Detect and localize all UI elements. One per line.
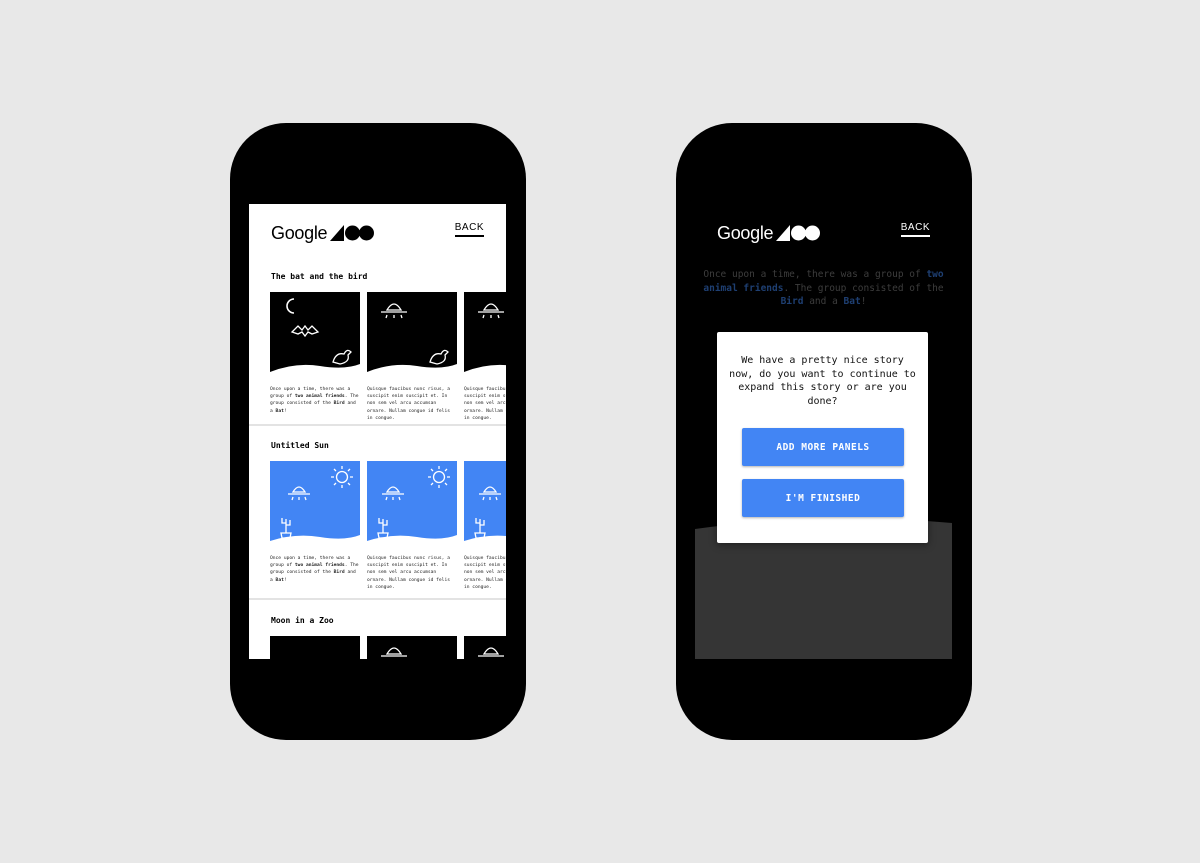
logo-400-icon <box>776 225 821 241</box>
logo-400-icon <box>330 225 375 241</box>
logo-wordmark: Google <box>717 222 774 243</box>
panel-strip[interactable]: Once upon a time, there was a group of t… <box>270 292 506 422</box>
panel-image <box>367 292 457 378</box>
panel-image <box>270 636 360 659</box>
phone-right: Google BACK Once upon a time, there was … <box>676 123 972 740</box>
finish-dialog-screen: Google BACK Once upon a time, there was … <box>695 204 952 659</box>
finished-button[interactable]: I'M FINISHED <box>742 479 904 517</box>
panel[interactable]: Quisque faucibus nunc risus, a suscipit … <box>367 292 457 422</box>
panel-caption: Quisque faucibus nunc risus, a suscipit … <box>464 387 506 421</box>
story-title: The bat and the bird <box>271 272 368 281</box>
panel[interactable] <box>270 636 360 659</box>
story-title: Untitled Sun <box>271 441 329 450</box>
back-link[interactable]: BACK <box>454 222 484 237</box>
panel-caption: Quisque faucibus nunc risus, a suscipit … <box>367 387 450 421</box>
story-intro-text: Once upon a time, there was a group of t… <box>703 269 944 307</box>
panel-image <box>464 636 506 659</box>
panel-caption: Quisque faucibus nunc risus, a suscipit … <box>464 556 506 590</box>
finish-dialog: We have a pretty nice story now, do you … <box>717 332 928 543</box>
header: Google BACK <box>249 204 506 264</box>
panel-image <box>270 461 360 547</box>
logo-wordmark: Google <box>271 222 328 243</box>
dialog-prompt: We have a pretty nice story now, do you … <box>729 355 916 407</box>
panel[interactable] <box>367 636 457 659</box>
google-400-logo[interactable]: Google <box>271 221 375 245</box>
panel-strip[interactable]: Once upon a time, there was a group of t… <box>270 461 506 591</box>
google-400-logo[interactable]: Google <box>717 221 821 245</box>
header: Google BACK <box>695 204 952 264</box>
panel-image <box>367 461 457 547</box>
divider <box>249 424 506 426</box>
panel-caption: Once upon a time, there was a group of t… <box>270 387 359 414</box>
add-more-panels-button[interactable]: ADD MORE PANELS <box>742 428 904 466</box>
panel[interactable]: Quisque faucibus nunc risus, a suscipit … <box>367 461 457 591</box>
story-title: Moon in a Zoo <box>271 616 334 625</box>
panel-strip[interactable] <box>270 636 506 659</box>
divider <box>249 598 506 600</box>
panel-image <box>464 292 506 378</box>
phone-left: Google BACK The bat and the bird Once up… <box>230 123 526 740</box>
panel[interactable]: Once upon a time, there was a group of t… <box>270 292 360 422</box>
panel-image <box>270 292 360 378</box>
panel[interactable]: Quisque faucibus nunc risus, a suscipit … <box>464 292 506 422</box>
panel-caption: Quisque faucibus nunc risus, a suscipit … <box>367 556 450 590</box>
gallery-screen: Google BACK The bat and the bird Once up… <box>249 204 506 659</box>
panel-image <box>464 461 506 547</box>
back-link[interactable]: BACK <box>900 222 930 237</box>
panel[interactable] <box>464 636 506 659</box>
panel-image <box>367 636 457 659</box>
panel-caption: Once upon a time, there was a group of t… <box>270 556 359 583</box>
panel[interactable]: Once upon a time, there was a group of t… <box>270 461 360 591</box>
panel[interactable]: Quisque faucibus nunc risus, a suscipit … <box>464 461 506 591</box>
